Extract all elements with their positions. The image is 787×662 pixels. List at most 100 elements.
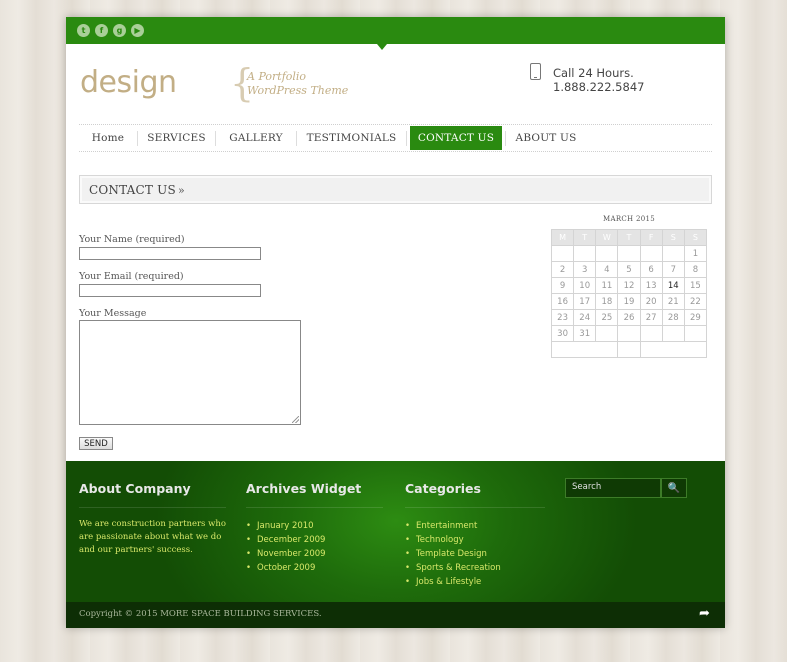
footer-divider — [246, 507, 383, 508]
calendar-day — [573, 245, 597, 262]
archive-link[interactable]: October 2009 — [246, 561, 326, 575]
nav-item-about-us[interactable]: ABOUT US — [506, 125, 586, 151]
top-bar: t f g ▶ — [66, 17, 725, 50]
footer-divider — [405, 507, 545, 508]
twitter-icon[interactable]: t — [77, 24, 90, 37]
breadcrumb-separator: » — [178, 184, 185, 197]
calendar-day: 29 — [683, 309, 708, 326]
calendar-day — [661, 245, 685, 262]
calendar-day: 10 — [573, 277, 597, 294]
calendar-weekday-row: M T W T F S S — [550, 229, 708, 246]
calendar-widget: M T W T F S S 1 2 3 4 5 6 7 8 9 10 11 12… — [550, 229, 708, 358]
calendar-day — [661, 325, 685, 342]
calendar-day: 3 — [573, 261, 597, 278]
page-title: CONTACT US — [89, 183, 176, 197]
calendar-day: 19 — [617, 293, 641, 310]
calendar-prev-link[interactable] — [550, 341, 619, 358]
category-link[interactable]: Template Design — [405, 547, 501, 561]
topbar-notch — [377, 44, 387, 50]
category-link[interactable]: Sports & Recreation — [405, 561, 501, 575]
phone-icon — [530, 63, 541, 80]
name-label: Your Name (required) — [79, 234, 185, 245]
calendar-day: 13 — [639, 277, 663, 294]
facebook-icon[interactable]: f — [95, 24, 108, 37]
weekday-label: T — [573, 229, 597, 246]
nav-separator — [406, 131, 407, 146]
archive-link[interactable]: January 2010 — [246, 519, 326, 533]
site-logo[interactable]: design — [80, 65, 177, 100]
message-label: Your Message — [79, 308, 147, 319]
email-label: Your Email (required) — [79, 271, 184, 282]
about-company-heading: About Company — [79, 481, 191, 496]
weekday-label: T — [617, 229, 641, 246]
calendar-week-row: 9 10 11 12 13 14 15 — [550, 277, 708, 294]
calendar-day: 8 — [683, 261, 708, 278]
nav-item-gallery[interactable]: GALLERY — [216, 125, 296, 151]
calendar-day: 4 — [595, 261, 619, 278]
main-nav: Home SERVICES GALLERY TESTIMONIALS CONTA… — [79, 124, 712, 152]
search-icon[interactable]: 🔍 — [661, 478, 687, 498]
calendar-day: 28 — [661, 309, 685, 326]
calendar-week-row: 1 — [550, 245, 708, 262]
calendar-day: 7 — [661, 261, 685, 278]
calendar-day: 5 — [617, 261, 641, 278]
email-field[interactable] — [79, 284, 261, 297]
calendar-day: 24 — [573, 309, 597, 326]
google-plus-icon[interactable]: g — [113, 24, 126, 37]
calendar-day: 31 — [573, 325, 597, 342]
calendar-spacer — [617, 341, 641, 358]
calendar-nav-row — [550, 341, 708, 358]
send-button[interactable]: SEND — [79, 437, 113, 450]
calendar-day: 12 — [617, 277, 641, 294]
category-link[interactable]: Technology — [405, 533, 501, 547]
calendar-day: 2 — [550, 261, 575, 278]
category-link[interactable]: Entertainment — [405, 519, 501, 533]
calendar-week-row: 23 24 25 26 27 28 29 — [550, 309, 708, 326]
tagline-line-1: A Portfolio — [247, 70, 307, 83]
page-title-bar: CONTACT US » — [79, 175, 712, 204]
calendar-day: 21 — [661, 293, 685, 310]
calendar-day: 9 — [550, 277, 575, 294]
calendar-day — [683, 325, 708, 342]
tagline-line-2: WordPress Theme — [247, 84, 349, 97]
nav-item-testimonials[interactable]: TESTIMONIALS — [297, 125, 406, 151]
calendar-week-row: 16 17 18 19 20 21 22 — [550, 293, 708, 310]
youtube-icon[interactable]: ▶ — [131, 24, 144, 37]
site-tagline: A Portfolio WordPress Theme — [247, 70, 348, 98]
name-field[interactable] — [79, 247, 261, 260]
calendar-day: 17 — [573, 293, 597, 310]
copyright-text: Copyright © 2015 MORE SPACE BUILDING SER… — [79, 609, 322, 619]
archives-list: January 2010 December 2009 November 2009… — [246, 519, 326, 575]
calendar-day — [617, 245, 641, 262]
calendar-day: 23 — [550, 309, 575, 326]
footer-divider — [79, 507, 226, 508]
nav-item-home[interactable]: Home — [79, 125, 137, 151]
categories-list: Entertainment Technology Template Design… — [405, 519, 501, 589]
search-input[interactable]: Search — [565, 478, 661, 498]
calendar-day — [617, 325, 641, 342]
archives-heading: Archives Widget — [246, 481, 362, 496]
resize-handle[interactable] — [292, 416, 299, 423]
calendar-day: 30 — [550, 325, 575, 342]
calendar-week-row: 30 31 — [550, 325, 708, 342]
calendar-day: 22 — [683, 293, 708, 310]
calendar-day — [639, 325, 663, 342]
nav-item-services[interactable]: SERVICES — [138, 125, 215, 151]
calendar-day — [639, 245, 663, 262]
category-link[interactable]: Jobs & Lifestyle — [405, 575, 501, 589]
calendar-day: 1 — [683, 245, 708, 262]
calendar-day-today: 14 — [661, 277, 685, 294]
nav-item-contact-us[interactable]: CONTACT US — [410, 126, 502, 150]
calendar-title: MARCH 2015 — [603, 215, 655, 223]
back-to-top-icon[interactable]: ➦ — [699, 606, 710, 621]
about-company-text: We are construction partners who are pas… — [79, 519, 226, 555]
calendar-day: 15 — [683, 277, 708, 294]
archive-link[interactable]: December 2009 — [246, 533, 326, 547]
calendar-next-link[interactable] — [639, 341, 708, 358]
archive-link[interactable]: November 2009 — [246, 547, 326, 561]
weekday-label: S — [661, 229, 685, 246]
calendar-day: 20 — [639, 293, 663, 310]
message-field[interactable] — [79, 320, 301, 425]
calendar-day: 11 — [595, 277, 619, 294]
copyright-bar: Copyright © 2015 MORE SPACE BUILDING SER… — [66, 602, 725, 628]
